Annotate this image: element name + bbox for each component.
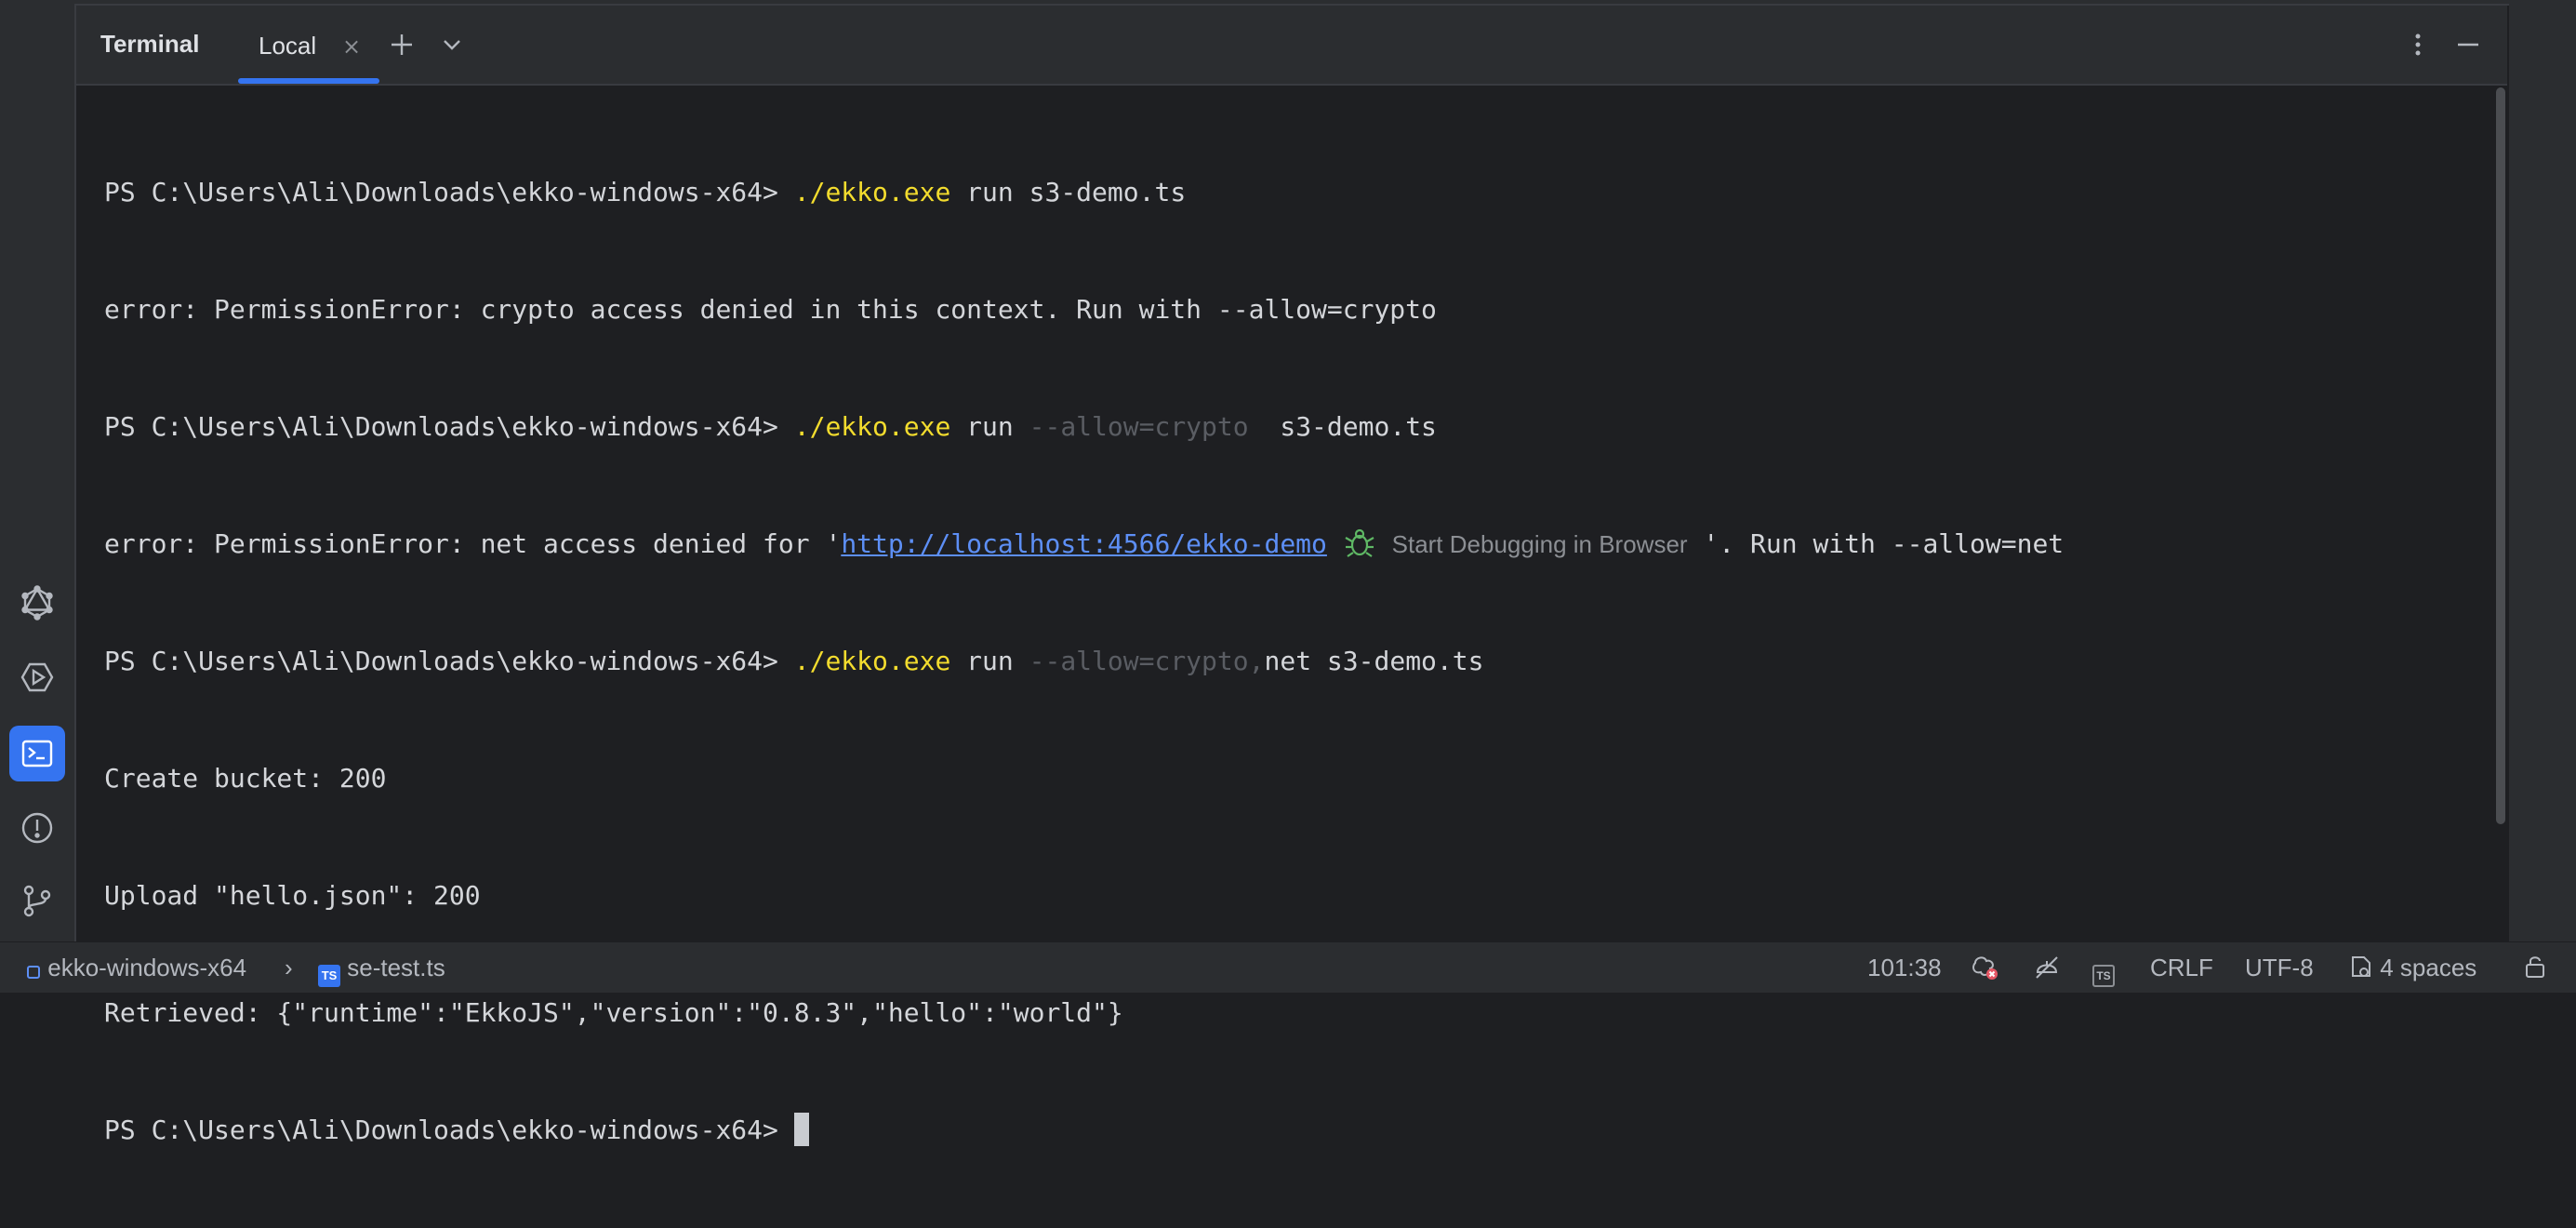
status-bar: ekko-windows-x64 › TS se-test.ts 101:38 …	[0, 941, 2576, 993]
file-encoding[interactable]: UTF-8	[2245, 954, 2314, 982]
active-tab-indicator	[238, 78, 379, 84]
tab-label[interactable]: Local	[259, 32, 316, 60]
prompt: PS C:\Users\Ali\Downloads\ekko-windows-x…	[104, 411, 794, 442]
output-text: Upload "hello.json": 200	[104, 880, 481, 911]
terminal-line: error: PermissionError: crypto access de…	[104, 290, 2466, 329]
terminal-header: Terminal Local ×	[76, 6, 2507, 86]
dim-flag: --allow=crypto,	[1029, 646, 1265, 676]
command-args: s3-demo.ts	[1248, 411, 1437, 442]
more-vertical-icon	[2415, 33, 2421, 56]
tab-dropdown-button[interactable]	[433, 26, 471, 63]
new-tab-button[interactable]	[383, 26, 420, 63]
problems-icon[interactable]	[9, 800, 65, 856]
error-text: error: PermissionError: crypto access de…	[104, 294, 1437, 325]
debug-hint[interactable]: Start Debugging in Browser	[1343, 528, 1688, 559]
terminal-line: PS C:\Users\Ali\Downloads\ekko-windows-x…	[104, 642, 2466, 681]
lock-icon[interactable]	[2522, 954, 2548, 982]
terminal-line: Create bucket: 200	[104, 759, 2466, 798]
minimize-icon	[2458, 43, 2478, 47]
run-services-icon[interactable]	[9, 649, 65, 705]
typescript-file-icon: TS	[318, 965, 340, 987]
terminal-line: Upload "hello.json": 200	[104, 876, 2466, 915]
inspections-off-icon[interactable]	[2033, 954, 2061, 984]
terminal-panel: Terminal Local × PS C:\Users\Ali\Downloa…	[74, 4, 2509, 1146]
command: ./ekko.exe	[793, 177, 951, 207]
plus-icon	[392, 34, 412, 55]
prompt: PS C:\Users\Ali\Downloads\ekko-windows-x…	[104, 177, 794, 207]
terminal-line: Retrieved: {"runtime":"EkkoJS","version"…	[104, 994, 2466, 1033]
output-text: Retrieved: {"runtime":"EkkoJS","version"…	[104, 997, 1123, 1028]
right-tool-strip	[2507, 0, 2576, 941]
panel-title: Terminal	[100, 30, 200, 58]
command-args: run s3-demo.ts	[950, 177, 1187, 207]
minimize-button[interactable]	[2450, 26, 2487, 63]
command-args: net s3-demo.ts	[1264, 646, 1484, 676]
command: ./ekko.exe	[793, 646, 951, 676]
debug-hint-label[interactable]: Start Debugging in Browser	[1392, 530, 1688, 558]
vertical-scrollbar[interactable]	[2496, 87, 2505, 824]
graphql-icon[interactable]	[9, 575, 65, 631]
breadcrumb-project[interactable]: ekko-windows-x64	[26, 954, 246, 982]
breadcrumb-separator: ›	[285, 954, 293, 981]
url-link[interactable]: http://localhost:4566/ekko-demo	[841, 528, 1327, 559]
prompt: PS C:\Users\Ali\Downloads\ekko-windows-x…	[104, 646, 794, 676]
chevron-down-icon	[444, 40, 460, 50]
command-args: run	[950, 411, 1029, 442]
project-name[interactable]: ekko-windows-x64	[47, 954, 246, 981]
module-icon	[27, 966, 40, 979]
prompt: PS C:\Users\Ali\Downloads\ekko-windows-x…	[104, 1115, 794, 1145]
bug-icon	[1345, 528, 1374, 557]
indent-settings[interactable]: 4 spaces	[2349, 954, 2476, 982]
git-branch-icon[interactable]	[9, 873, 65, 928]
terminal-output[interactable]: PS C:\Users\Ali\Downloads\ekko-windows-x…	[104, 95, 2466, 1228]
command: ./ekko.exe	[793, 411, 951, 442]
text-cursor	[793, 1113, 809, 1146]
line-ending[interactable]: CRLF	[2150, 954, 2213, 982]
editorconfig-icon	[2352, 956, 2370, 977]
terminal-line: error: PermissionError: net access denie…	[104, 525, 2466, 564]
output-text: Create bucket: 200	[104, 763, 387, 794]
language-badge[interactable]: TS	[2092, 954, 2115, 987]
tab-close-icon[interactable]: ×	[342, 33, 361, 60]
indent-label[interactable]: 4 spaces	[2380, 954, 2476, 981]
breadcrumb-file[interactable]: TS se-test.ts	[318, 954, 445, 987]
ai-assistant-icon[interactable]	[1970, 954, 1999, 984]
dim-flag: --allow=crypto	[1029, 411, 1249, 442]
command-args: run	[950, 646, 1029, 676]
error-text: error: PermissionError: net access denie…	[104, 528, 842, 559]
file-name[interactable]: se-test.ts	[347, 954, 445, 981]
terminal-line: PS C:\Users\Ali\Downloads\ekko-windows-x…	[104, 407, 2466, 447]
caret-position[interactable]: 101:38	[1867, 954, 1942, 982]
terminal-icon[interactable]	[9, 726, 65, 781]
options-button[interactable]	[2399, 26, 2437, 63]
typescript-icon: TS	[2092, 965, 2115, 987]
error-text: '. Run with --allow=net	[1687, 528, 2065, 559]
terminal-line: PS C:\Users\Ali\Downloads\ekko-windows-x…	[104, 173, 2466, 212]
terminal-line: PS C:\Users\Ali\Downloads\ekko-windows-x…	[104, 1111, 2466, 1150]
left-tool-strip	[0, 0, 74, 941]
